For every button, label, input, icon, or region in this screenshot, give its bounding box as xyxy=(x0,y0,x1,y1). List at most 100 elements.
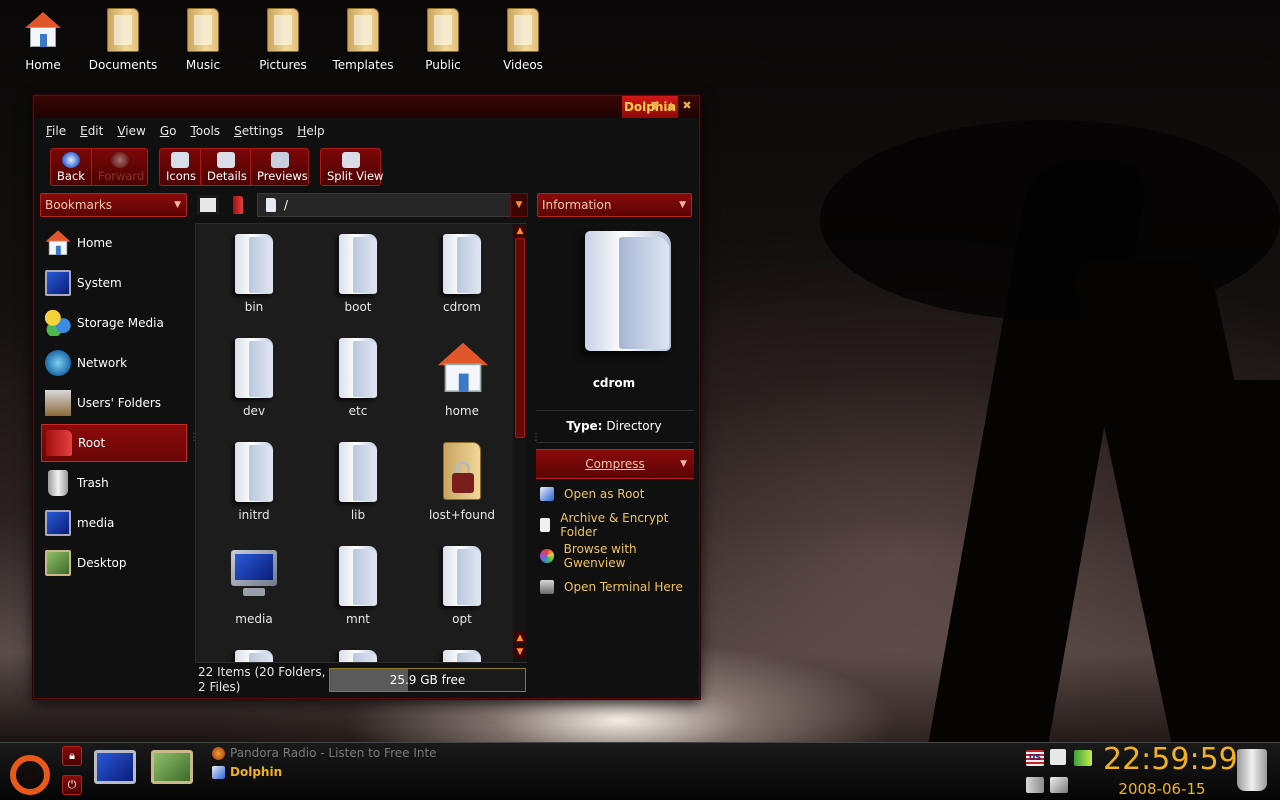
desktop-icon-documents[interactable]: Documents xyxy=(83,6,163,72)
desktop-icon-home[interactable]: Home xyxy=(3,6,83,72)
action-open-as-root[interactable]: Open as Root xyxy=(540,485,644,503)
desktop-icon-pictures[interactable]: Pictures xyxy=(243,6,323,72)
taskbar-panel: 🔒︎ ⏻ Pandora Radio - Listen to Free Inte… xyxy=(0,742,1280,800)
scroll-up-arrow-icon[interactable]: ▲ xyxy=(514,225,526,237)
file-item-media[interactable]: media xyxy=(202,536,306,640)
info-type-value: Directory xyxy=(606,419,662,433)
file-view[interactable]: bin boot cdrom dev etc home initrd lib l… xyxy=(195,223,527,663)
menu-edit[interactable]: Edit xyxy=(80,124,103,140)
templates-folder-icon xyxy=(343,6,383,54)
sidebar-item-root[interactable]: Root xyxy=(41,424,187,462)
file-name: media xyxy=(235,612,273,626)
ubuntu-menu-icon[interactable] xyxy=(10,755,50,795)
navigation-toolbar: Back Forward xyxy=(50,148,148,186)
minimize-button[interactable]: ▼ xyxy=(649,100,661,112)
action-open-terminal[interactable]: Open Terminal Here xyxy=(540,578,683,596)
file-item-opt[interactable]: opt xyxy=(410,536,514,640)
location-bar[interactable]: / xyxy=(257,193,528,217)
scroll-down-arrow-icon[interactable]: ▼ xyxy=(514,646,526,658)
file-item-home[interactable]: home xyxy=(410,328,514,432)
sidebar-item-network[interactable]: Network xyxy=(41,344,187,382)
file-item-partial[interactable] xyxy=(410,640,514,662)
desktop-icon-music[interactable]: Music xyxy=(163,6,243,72)
compress-label: Compress xyxy=(585,457,645,471)
sidebar-item-desktop[interactable]: Desktop xyxy=(41,544,187,582)
file-name: dev xyxy=(242,404,266,418)
scroll-thumb[interactable] xyxy=(515,238,525,438)
split-view-button[interactable]: Split View xyxy=(321,149,383,185)
keyboard-layout-icon[interactable]: US xyxy=(1026,750,1044,766)
menu-tools[interactable]: Tools xyxy=(190,124,220,140)
network-tray-icon[interactable] xyxy=(1050,777,1068,793)
file-item-mnt[interactable]: mnt xyxy=(306,536,410,640)
compress-button[interactable]: Compress ▼ xyxy=(536,449,694,479)
chevron-down-icon: ▼ xyxy=(174,200,181,210)
sidebar-item-storage-media[interactable]: Storage Media xyxy=(41,304,187,342)
sidebar-splitter[interactable]: ⋮ xyxy=(189,433,199,443)
scroll-up-arrow-icon[interactable]: ▲ xyxy=(514,632,526,644)
folder-icon xyxy=(229,440,279,504)
file-name: mnt xyxy=(346,612,370,626)
show-desktop-icon[interactable] xyxy=(151,750,193,784)
sidebar-item-users-folders[interactable]: Users' Folders xyxy=(41,384,187,422)
file-item-etc[interactable]: etc xyxy=(306,328,410,432)
file-item-boot[interactable]: boot xyxy=(306,224,410,328)
file-view-scrollbar[interactable]: ▲ ▲ ▼ xyxy=(513,224,527,662)
forward-button[interactable]: Forward xyxy=(92,149,147,185)
sidebar-panel-selector[interactable]: Bookmarks ▼ xyxy=(40,193,187,217)
maximize-button[interactable]: ▲ xyxy=(665,100,677,112)
previews-view-button[interactable]: Previews xyxy=(251,149,308,185)
system-launcher-icon[interactable] xyxy=(94,750,136,784)
lock-screen-button[interactable]: 🔒︎ xyxy=(62,746,82,766)
file-item-lost-found[interactable]: lost+found xyxy=(410,432,514,536)
file-item-lib[interactable]: lib xyxy=(306,432,410,536)
desktop-icon-templates[interactable]: Templates xyxy=(323,6,403,72)
icons-label: Icons xyxy=(166,169,197,183)
close-button[interactable]: ✖ xyxy=(681,100,693,112)
forward-label: Forward xyxy=(98,169,145,183)
back-label: Back xyxy=(57,169,85,183)
file-item-bin[interactable]: bin xyxy=(202,224,306,328)
file-name: cdrom xyxy=(443,300,481,314)
icons-view-button[interactable]: Icons xyxy=(160,149,201,185)
file-item-dev[interactable]: dev xyxy=(202,328,306,432)
action-browse-gwenview[interactable]: Browse with Gwenview xyxy=(540,542,699,570)
desktop-icon-public[interactable]: Public xyxy=(403,6,483,72)
file-item-partial[interactable] xyxy=(202,640,306,662)
desktop-icon-label: Pictures xyxy=(259,58,307,72)
file-item-cdrom[interactable]: cdrom xyxy=(410,224,514,328)
sidebar-item-home[interactable]: Home xyxy=(41,224,187,262)
info-panel-label: Information xyxy=(542,198,612,212)
sidebar-item-media[interactable]: media xyxy=(41,504,187,542)
desktop-icon-videos[interactable]: Videos xyxy=(483,6,563,72)
info-panel-selector[interactable]: Information ▼ xyxy=(537,193,692,217)
file-item-partial[interactable] xyxy=(306,640,410,662)
back-button[interactable]: Back xyxy=(51,149,92,185)
menu-file[interactable]: File xyxy=(46,124,66,140)
file-item-initrd[interactable]: initrd xyxy=(202,432,306,536)
window-titlebar[interactable]: Dolphin ▼ ▲ ✖ xyxy=(34,96,699,118)
monitor-icon xyxy=(45,510,71,536)
clock-date[interactable]: 2008-06-15 xyxy=(1103,780,1221,798)
task-pandora[interactable]: Pandora Radio - Listen to Free Inte xyxy=(212,745,437,761)
menu-view[interactable]: View xyxy=(117,124,145,140)
trash-applet-icon[interactable] xyxy=(1237,749,1267,791)
clock-time[interactable]: 22:59:59 xyxy=(1103,743,1238,777)
bookmark-root-icon[interactable] xyxy=(233,196,243,214)
sidebar-item-trash[interactable]: Trash xyxy=(41,464,187,502)
task-dolphin[interactable]: Dolphin xyxy=(212,764,282,780)
toggle-editable-location-icon[interactable] xyxy=(197,195,219,215)
menu-go[interactable]: Go xyxy=(160,124,177,140)
battery-icon[interactable] xyxy=(1074,750,1092,766)
volume-icon[interactable] xyxy=(1026,777,1044,793)
location-history-dropdown[interactable]: ▼ xyxy=(510,193,528,217)
action-archive-encrypt[interactable]: Archive & Encrypt Folder xyxy=(540,511,699,539)
sidebar-item-system[interactable]: System xyxy=(41,264,187,302)
menu-settings[interactable]: Settings xyxy=(234,124,283,140)
info-splitter[interactable]: ⋮ xyxy=(531,433,541,443)
details-view-button[interactable]: Details xyxy=(201,149,251,185)
clipboard-icon[interactable] xyxy=(1050,749,1066,765)
logout-button[interactable]: ⏻ xyxy=(62,775,82,795)
pictures-folder-icon xyxy=(263,6,303,54)
menu-help[interactable]: Help xyxy=(297,124,324,140)
